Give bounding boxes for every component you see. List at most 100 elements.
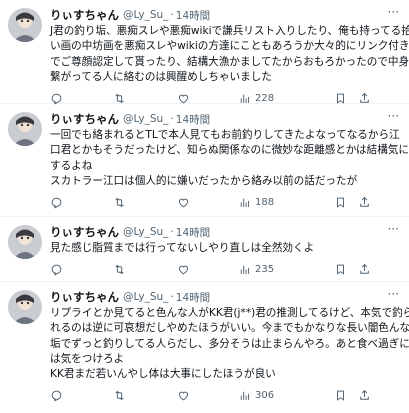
more-options-icon[interactable]: ···	[388, 222, 399, 236]
user-handle[interactable]: @Ly_Su_	[123, 291, 168, 303]
share-button[interactable]	[358, 92, 371, 105]
share-icon	[360, 196, 369, 207]
share-icon	[360, 389, 369, 400]
tweet-text: 一回でも絡まれるとTLで本人見てもお前釣りしてきたよなってなるから江 口君とかも…	[50, 128, 409, 189]
reply-icon	[51, 264, 62, 276]
like-button[interactable]	[177, 389, 238, 402]
analytics-icon	[240, 94, 250, 103]
views-count: 228	[255, 92, 275, 104]
analytics-icon	[240, 265, 250, 274]
views-button[interactable]: 306	[238, 389, 334, 402]
bookmark-button[interactable]	[334, 263, 358, 276]
display-name[interactable]: りぃすちゃん	[50, 111, 119, 127]
reply-icon	[51, 390, 62, 402]
share-icon	[360, 263, 369, 274]
tweet-header: りぃすちゃん @Ly_Su_ · 14時間	[50, 111, 401, 127]
more-options-icon[interactable]: ···	[388, 109, 399, 123]
repost-icon	[115, 390, 124, 401]
share-button[interactable]	[358, 263, 371, 276]
repost-button[interactable]	[113, 389, 177, 402]
views-button[interactable]: 235	[238, 263, 334, 276]
user-handle[interactable]: @Ly_Su_	[123, 9, 168, 21]
user-handle[interactable]: @Ly_Su_	[123, 113, 168, 125]
repost-icon	[115, 197, 124, 207]
display-name[interactable]: りぃすちゃん	[50, 289, 119, 305]
action-bar: 188	[50, 191, 401, 213]
reply-button[interactable]	[50, 92, 113, 105]
tweet-text-line: 口君とかもそうだったけど、知らぬ関係なのに微妙な距離感とかは結構気に	[50, 144, 409, 157]
tweet[interactable]: りぃすちゃん @Ly_Su_ · 14時間 ··· リプライとか見てると色んな人…	[0, 282, 409, 413]
tweet-text-line: するよね	[50, 159, 93, 172]
display-name[interactable]: りぃすちゃん	[50, 224, 119, 240]
share-button[interactable]	[358, 389, 371, 402]
views-button[interactable]: 228	[238, 92, 334, 105]
more-options-icon[interactable]: ···	[388, 287, 399, 301]
tweet-text-line: でご尊顔認定して貰ったり、結構大漁かましてたからおもろかったので中身	[50, 55, 409, 68]
tweet-text: 見た感じ脂質までは行ってないしやり直しは全然効くよ	[50, 241, 401, 256]
repost-button[interactable]	[113, 92, 177, 105]
tweet-text-line: 垢でずっと釣りしてる人らだし、多分そうは止まらんやろ。あと食べ過ぎに	[50, 337, 409, 350]
tweet-header: りぃすちゃん @Ly_Su_ · 14時間	[50, 7, 401, 23]
tweet-text-line: スカトラー江口は個人的に嫌いだったから絡み以前の話だったが	[50, 174, 358, 187]
user-handle[interactable]: @Ly_Su_	[123, 226, 168, 238]
avatar[interactable]	[8, 8, 42, 42]
tweet[interactable]: りぃすちゃん @Ly_Su_ · 14時間 ··· J君の釣り垢、悪痴スレや悪痴…	[0, 0, 409, 105]
avatar[interactable]	[8, 225, 42, 259]
views-count: 188	[255, 196, 275, 208]
timestamp[interactable]: 14時間	[176, 8, 210, 23]
share-icon	[360, 92, 369, 103]
bookmark-button[interactable]	[334, 196, 358, 209]
reply-button[interactable]	[50, 389, 113, 402]
bookmark-button[interactable]	[334, 92, 358, 105]
separator-dot: ·	[170, 226, 174, 238]
heart-icon	[178, 198, 189, 208]
bookmark-icon	[337, 264, 344, 275]
reply-button[interactable]	[50, 263, 113, 276]
views-button[interactable]: 188	[238, 196, 334, 209]
reply-button[interactable]	[50, 196, 113, 209]
like-button[interactable]	[177, 92, 238, 105]
heart-icon	[178, 265, 189, 275]
tweet-text-line: は気をつけろよ	[50, 352, 125, 365]
tweet-text: J君の釣り垢、悪痴スレや悪痴wikiで謙兵リスト入りしたり、俺も持ってる拾 い画…	[50, 24, 409, 85]
action-bar: 306	[50, 384, 401, 406]
share-button[interactable]	[358, 196, 371, 209]
repost-button[interactable]	[113, 263, 177, 276]
bookmark-button[interactable]	[334, 389, 358, 402]
views-count: 235	[255, 263, 275, 275]
tweet[interactable]: りぃすちゃん @Ly_Su_ · 14時間 ··· 一回でも絡まれるとTLで本人…	[0, 104, 409, 217]
display-name[interactable]: りぃすちゃん	[50, 7, 119, 23]
repost-icon	[115, 264, 124, 275]
views-count: 306	[255, 389, 275, 401]
tweet-text-line: J君の釣り垢、悪痴スレや悪痴wikiで謙兵リスト入りしたり、俺も持ってる拾	[50, 25, 409, 37]
bookmark-icon	[337, 197, 344, 208]
analytics-icon	[240, 198, 250, 207]
repost-button[interactable]	[113, 196, 177, 209]
tweet-text-line: リプライとか見てると色んな人がKK君(j**)君の推測してるけど、本気で釣ら	[50, 307, 409, 319]
tweet-text-line: 見た感じ脂質までは行ってないしやり直しは全然効くよ	[50, 242, 315, 254]
tweet[interactable]: りぃすちゃん @Ly_Su_ · 14時間 ··· 見た感じ脂質までは行ってない…	[0, 217, 409, 282]
tweet-text-line: KK君まだ若いんやし体は大事にしたほうが良い	[50, 368, 276, 381]
tweet-text-line: れるのは逆に可哀想だしやめたほうがいい。今までもかなりな長い闇色んな	[50, 322, 409, 335]
timestamp[interactable]: 14時間	[176, 112, 210, 127]
tweet-text-line: い画の中坊画を悪痴スレやwikiの方達にこともあろうか大々的にリンク付きで	[50, 40, 409, 53]
more-options-icon[interactable]: ···	[388, 5, 399, 19]
like-button[interactable]	[177, 196, 238, 209]
bookmark-icon	[337, 390, 344, 401]
avatar[interactable]	[8, 112, 42, 146]
repost-icon	[115, 93, 124, 103]
tweet-text: リプライとか見てると色んな人がKK君(j**)君の推測してるけど、本気で釣ら れ…	[50, 306, 409, 382]
avatar[interactable]	[8, 290, 42, 324]
bookmark-icon	[337, 93, 344, 104]
tweet-header: りぃすちゃん @Ly_Su_ · 14時間	[50, 224, 401, 240]
timestamp[interactable]: 14時間	[176, 290, 210, 305]
timestamp[interactable]: 14時間	[176, 225, 210, 240]
like-button[interactable]	[177, 263, 238, 276]
separator-dot: ·	[170, 9, 174, 21]
separator-dot: ·	[170, 291, 174, 303]
tweet-text-line: 一回でも絡まれるとTLで本人見てもお前釣りしてきたよなってなるから江	[50, 129, 400, 141]
reply-icon	[51, 197, 62, 209]
action-bar: 235	[50, 258, 401, 280]
tweet-text-line: 繋がってる人に絡むのは興醒めしちゃいました	[50, 70, 272, 83]
heart-icon	[178, 391, 189, 401]
